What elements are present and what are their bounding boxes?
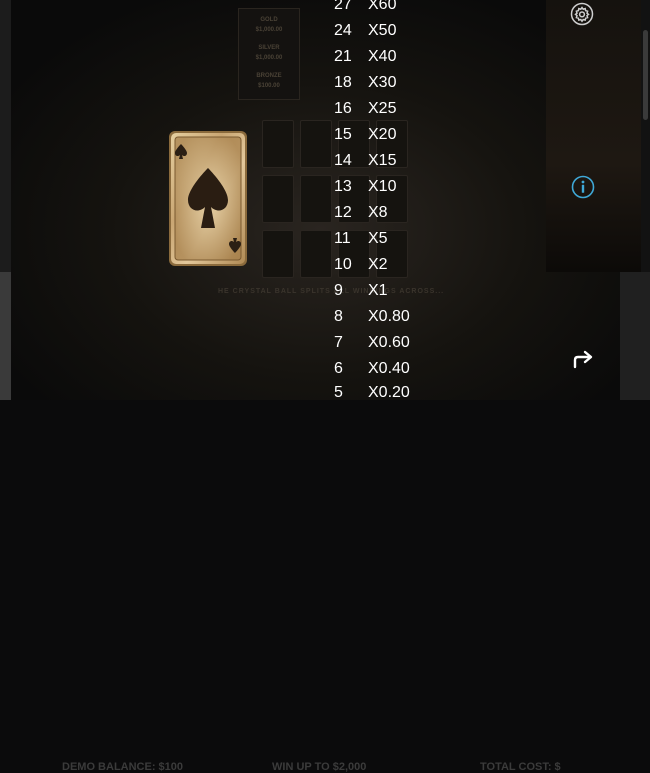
payout-multiplier: X0.80 [368,308,410,325]
grid-card [262,175,294,223]
grid-card [262,230,294,278]
symbol-count: 24 [334,22,352,39]
paytable-row: 8 X0.80 [326,308,426,334]
payout-multiplier: X0.20 [368,384,410,401]
info-icon[interactable] [571,175,595,199]
paytable-row: 11 X5 [326,230,426,256]
payout-multiplier: X15 [368,152,397,169]
paytable-row: 24 X50 [326,22,426,48]
paytable-row: 10 X2 [326,256,426,282]
payout-multiplier: X8 [368,204,388,221]
paytable-row: 6 X0.40 [326,360,426,386]
payout-multiplier: X5 [368,230,388,247]
paytable-row: 12 X8 [326,204,426,230]
right-background-scene [546,0,650,272]
paytable-row: 27 X60 [326,0,426,22]
jackpot-bronze-label: BRONZE [256,73,282,79]
ace-of-spades-card-icon [168,130,248,267]
paytable-row: 16 X25 [326,100,426,126]
payout-multiplier: X0.40 [368,360,410,377]
payout-multiplier: X0.60 [368,334,410,351]
grid-card [262,120,294,168]
symbol-count: 10 [334,256,352,273]
paytable-row: 13 X10 [326,178,426,204]
payout-multiplier: X20 [368,126,397,143]
symbol-count: 9 [334,282,343,299]
total-cost-text: TOTAL COST: $ [480,761,561,773]
payout-multiplier: X50 [368,22,397,39]
symbol-count: 11 [334,230,351,247]
paytable-row: 21 X40 [326,48,426,74]
paytable-row: 15 X20 [326,126,426,152]
symbol-count: 8 [334,308,343,325]
paytable-row: 9 X1 [326,282,426,308]
payout-multiplier: X25 [368,100,397,117]
jackpot-bronze-value: $100.00 [258,83,280,89]
jackpot-silver-label: SILVER [258,45,280,51]
payout-multiplier: X40 [368,48,397,65]
jackpot-silver-value: $1,000.00 [255,55,283,61]
paytable-row: 5 X0.20 [326,384,426,410]
symbol-count: 21 [334,48,352,65]
symbol-count: 27 [334,0,352,13]
symbol-count: 12 [334,204,352,221]
paytable-row: 14 X15 [326,152,426,178]
symbol-count: 18 [334,74,352,91]
scrollbar-thumb[interactable] [643,30,648,120]
demo-balance-text: DEMO BALANCE: $100 [62,761,184,773]
symbol-count: 15 [334,126,352,143]
paytable: 27 X60 24 X50 21 X40 18 X30 16 X25 15 X20 14 X1… [326,0,426,401]
gear-icon[interactable] [570,2,594,26]
symbol-count: 13 [334,178,352,195]
payout-multiplier: X2 [368,256,388,273]
symbol-count: 5 [334,384,343,401]
symbol-count: 7 [334,334,343,351]
return-arrow-icon[interactable] [570,347,596,371]
symbol-count: 6 [334,360,343,377]
payout-multiplier: X60 [368,0,397,13]
jackpot-gold-label: GOLD [260,17,278,23]
jackpot-panel: GOLD $1,000.00 SILVER $1,000.00 BRONZE $… [238,8,300,100]
win-up-to-text: WIN UP TO $2,000 [272,761,367,773]
jackpot-gold-value: $1,000.00 [255,27,283,33]
paytable-row: 7 X0.60 [326,334,426,360]
bottom-bar: DEMO BALANCE: $100 WIN UP TO $2,000 TOTA… [0,378,650,773]
payout-multiplier: X30 [368,74,397,91]
paytable-row: 18 X30 [326,74,426,100]
payout-multiplier: X10 [368,178,397,195]
symbol-count: 16 [334,100,352,117]
payout-multiplier: X1 [368,282,388,299]
symbol-count: 14 [334,152,352,169]
